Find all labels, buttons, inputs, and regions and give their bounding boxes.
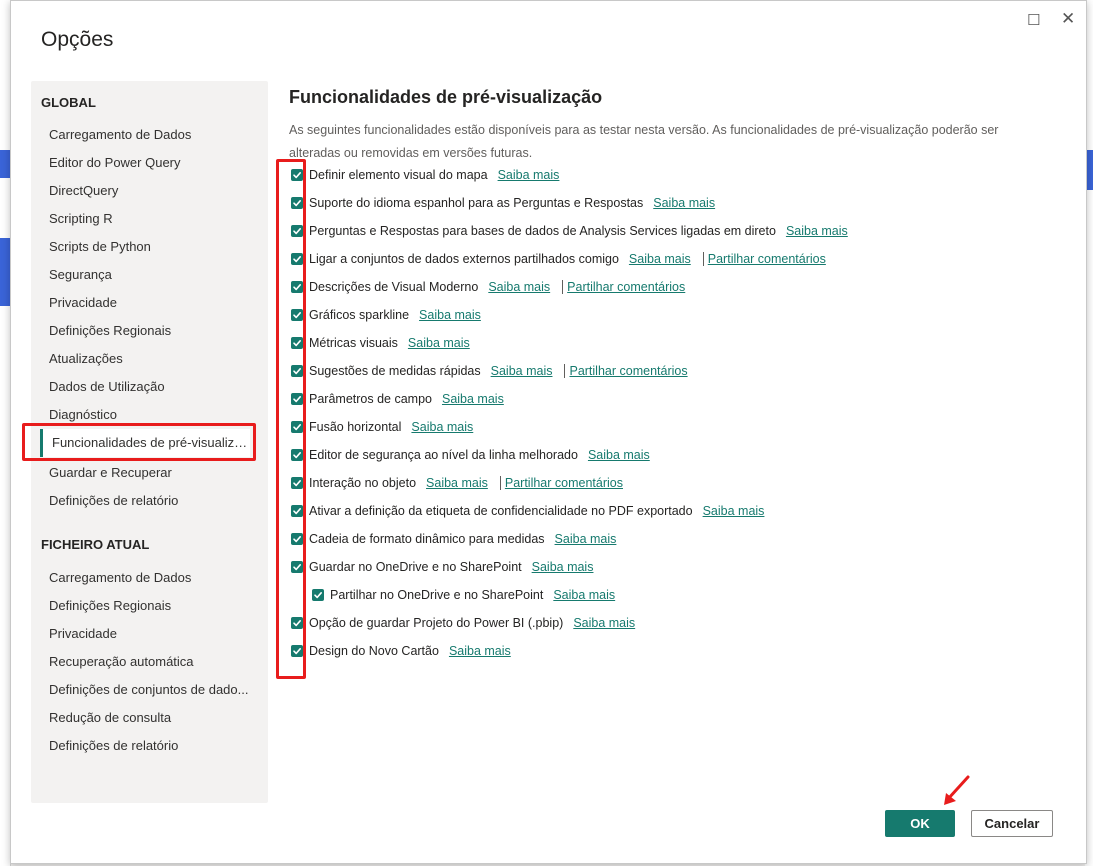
- red-highlight-box: [276, 159, 306, 679]
- learn-more-link[interactable]: Saiba mais: [488, 278, 550, 296]
- learn-more-link[interactable]: Saiba mais: [786, 222, 848, 240]
- sidebar-item-privacy[interactable]: Privacidade: [49, 293, 249, 313]
- feature-label: Gráficos sparkline: [309, 308, 410, 322]
- feature-label: Parâmetros de campo: [309, 392, 432, 406]
- dialog-title: Opções: [41, 28, 114, 51]
- learn-more-link[interactable]: Saiba mais: [573, 614, 635, 632]
- learn-more-link[interactable]: Saiba mais: [555, 530, 617, 548]
- feature-label: Fusão horizontal: [309, 420, 402, 434]
- learn-more-link[interactable]: Saiba mais: [426, 474, 488, 492]
- sidebar-item-current-query-reduction[interactable]: Redução de consulta: [49, 708, 249, 728]
- share-feedback-link[interactable]: Partilhar comentários: [708, 250, 826, 268]
- share-feedback-link[interactable]: Partilhar comentários: [505, 474, 623, 492]
- feature-row: Editor de segurança ao nível da linha me…: [291, 446, 650, 464]
- cancel-button[interactable]: Cancelar: [971, 810, 1053, 837]
- feature-label: Suporte do idioma espanhol para as Pergu…: [309, 196, 644, 210]
- feature-checkbox[interactable]: [312, 589, 324, 601]
- feature-row: Design do Novo Cartão Saiba mais: [291, 642, 511, 660]
- link-separator: [702, 252, 704, 266]
- feature-row: Ativar a definição da etiqueta de confid…: [291, 502, 764, 520]
- panel-description: As seguintes funcionalidades estão dispo…: [289, 123, 999, 160]
- sidebar-item-current-data-load[interactable]: Carregamento de Dados: [49, 568, 249, 588]
- feature-row: Interação no objeto Saiba mais Partilhar c…: [291, 474, 623, 492]
- feature-row: Métricas visuais Saiba mais: [291, 334, 470, 352]
- sidebar-item-updates[interactable]: Atualizações: [49, 349, 249, 369]
- sidebar-item-current-dataset-settings[interactable]: Definições de conjuntos de dado...: [49, 680, 249, 700]
- ok-button[interactable]: OK: [885, 810, 955, 837]
- feature-label: Editor de segurança ao nível da linha me…: [309, 448, 578, 462]
- section-heading-current-file: FICHEIRO ATUAL: [41, 537, 150, 552]
- feature-label: Partilhar no OneDrive e no SharePoint: [330, 588, 544, 602]
- sidebar-item-r-scripting[interactable]: Scripting R: [49, 209, 249, 229]
- feature-label: Opção de guardar Projeto do Power BI (.p…: [309, 616, 564, 630]
- share-feedback-link[interactable]: Partilhar comentários: [567, 278, 685, 296]
- sidebar-item-auto-recovery[interactable]: Guardar e Recuperar: [49, 463, 249, 483]
- learn-more-link[interactable]: Saiba mais: [491, 362, 553, 380]
- maximize-icon[interactable]: ☐: [1027, 11, 1040, 29]
- feature-label: Ligar a conjuntos de dados externos part…: [309, 252, 619, 266]
- sidebar-item-data-load[interactable]: Carregamento de Dados: [49, 125, 249, 145]
- feature-row: Definir elemento visual do mapa Saiba mai…: [291, 166, 559, 184]
- feature-label: Ativar a definição da etiqueta de confid…: [309, 504, 693, 518]
- sidebar-item-current-auto-recovery[interactable]: Recuperação automática: [49, 652, 249, 672]
- feature-label: Guardar no OneDrive e no SharePoint: [309, 560, 522, 574]
- feature-label: Perguntas e Respostas para bases de dado…: [309, 224, 776, 238]
- learn-more-link[interactable]: Saiba mais: [449, 642, 511, 660]
- learn-more-link[interactable]: Saiba mais: [408, 334, 470, 352]
- sidebar-item-python-scripting[interactable]: Scripts de Python: [49, 237, 249, 257]
- feature-label: Interação no objeto: [309, 476, 417, 490]
- red-arrow-icon: [944, 775, 970, 805]
- feature-row-nested: Partilhar no OneDrive e no SharePoint Sai…: [312, 586, 615, 604]
- learn-more-link[interactable]: Saiba mais: [703, 502, 765, 520]
- share-feedback-link[interactable]: Partilhar comentários: [569, 362, 687, 380]
- learn-more-link[interactable]: Saiba mais: [442, 390, 504, 408]
- feature-row: Gráficos sparkline Saiba mais: [291, 306, 481, 324]
- section-heading-global: GLOBAL: [41, 95, 96, 110]
- feature-row: Fusão horizontal Saiba mais: [291, 418, 473, 436]
- link-separator: [562, 280, 564, 294]
- background-blue-bar: [0, 150, 10, 178]
- close-icon[interactable]: ✕: [1061, 9, 1075, 29]
- feature-row: Parâmetros de campo Saiba mais: [291, 390, 504, 408]
- sidebar-item-power-query-editor[interactable]: Editor do Power Query: [49, 153, 249, 173]
- learn-more-link[interactable]: Saiba mais: [411, 418, 473, 436]
- learn-more-link[interactable]: Saiba mais: [588, 446, 650, 464]
- feature-label: Sugestões de medidas rápidas: [309, 364, 481, 378]
- feature-row: Opção de guardar Projeto do Power BI (.p…: [291, 614, 635, 632]
- feature-row: Cadeia de formato dinâmico para medidas S…: [291, 530, 616, 548]
- sidebar-item-regional-settings[interactable]: Definições Regionais: [49, 321, 249, 341]
- feature-row: Ligar a conjuntos de dados externos part…: [291, 250, 826, 268]
- feature-label: Cadeia de formato dinâmico para medidas: [309, 532, 545, 546]
- sidebar-item-diagnostics[interactable]: Diagnóstico: [49, 405, 249, 425]
- sidebar-item-current-privacy[interactable]: Privacidade: [49, 624, 249, 644]
- learn-more-link[interactable]: Saiba mais: [532, 558, 594, 576]
- sidebar-item-usage-data[interactable]: Dados de Utilização: [49, 377, 249, 397]
- options-dialog: Opções ☐ ✕ GLOBAL Carregamento de Dados …: [10, 0, 1087, 864]
- learn-more-link[interactable]: Saiba mais: [653, 194, 715, 212]
- sidebar-item-report-settings[interactable]: Definições de relatório: [49, 491, 249, 511]
- link-separator: [564, 364, 566, 378]
- red-highlight-box: [22, 423, 256, 461]
- learn-more-link[interactable]: Saiba mais: [498, 166, 560, 184]
- feature-label: Métricas visuais: [309, 336, 398, 350]
- feature-label: Definir elemento visual do mapa: [309, 168, 488, 182]
- feature-row: Guardar no OneDrive e no SharePoint Saiba…: [291, 558, 593, 576]
- sidebar-item-directquery[interactable]: DirectQuery: [49, 181, 249, 201]
- feature-label: Design do Novo Cartão: [309, 644, 439, 658]
- background-blue-bar: [0, 238, 10, 306]
- learn-more-link[interactable]: Saiba mais: [629, 250, 691, 268]
- feature-row: Sugestões de medidas rápidas Saiba mais Pa…: [291, 362, 688, 380]
- sidebar-item-current-regional-settings[interactable]: Definições Regionais: [49, 596, 249, 616]
- feature-row: Suporte do idioma espanhol para as Pergu…: [291, 194, 715, 212]
- learn-more-link[interactable]: Saiba mais: [553, 586, 615, 604]
- feature-label: Descrições de Visual Moderno: [309, 280, 479, 294]
- feature-row: Perguntas e Respostas para bases de dado…: [291, 222, 848, 240]
- link-separator: [499, 476, 501, 490]
- learn-more-link[interactable]: Saiba mais: [419, 306, 481, 324]
- panel-heading: Funcionalidades de pré-visualização: [289, 87, 603, 107]
- sidebar-item-current-report-settings[interactable]: Definições de relatório: [49, 736, 249, 756]
- feature-row: Descrições de Visual Moderno Saiba mais Pa…: [291, 278, 685, 296]
- sidebar-item-security[interactable]: Segurança: [49, 265, 249, 285]
